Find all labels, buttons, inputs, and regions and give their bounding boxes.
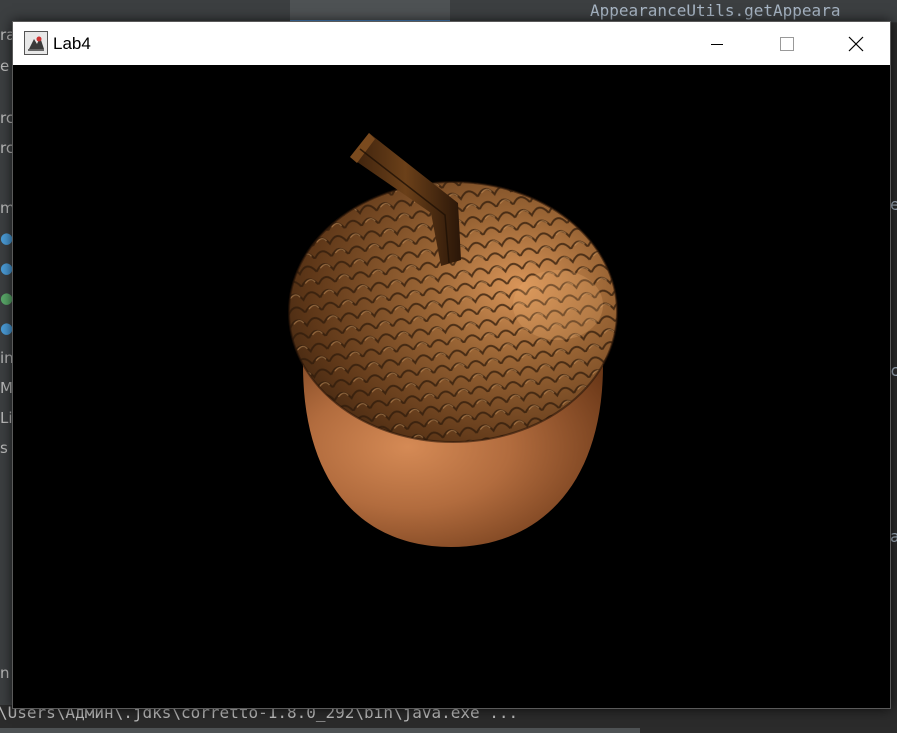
ide-run-console: \Users\Админ\.jdks\corretto-1.8.0_292\bi… xyxy=(0,705,897,733)
ide-left-fragment: M xyxy=(0,379,12,397)
window-title: Lab4 xyxy=(53,34,91,53)
maximize-icon xyxy=(780,36,794,51)
ide-left-fragment: ● xyxy=(0,319,12,337)
acorn-3d-model xyxy=(288,133,618,547)
ide-code-right-edge: e c a xyxy=(890,65,897,705)
ide-left-fragment: ra xyxy=(0,26,12,44)
ide-editor-tab[interactable] xyxy=(290,0,450,22)
ide-code-line: AppearanceUtils.getAppeara xyxy=(590,1,841,20)
ide-left-fragment: n xyxy=(0,664,10,682)
ide-left-fragment: ● xyxy=(0,259,12,277)
minimize-icon xyxy=(711,43,723,45)
close-icon xyxy=(848,36,864,51)
close-button[interactable] xyxy=(821,22,891,65)
ide-tab-bar: AppearanceUtils.getAppeara xyxy=(0,0,897,23)
ide-left-fragment: Lib xyxy=(0,409,12,427)
ide-left-fragment: rc xyxy=(0,109,12,127)
ide-right-fragment: a xyxy=(890,527,897,546)
minimize-button[interactable] xyxy=(682,22,752,65)
ide-left-fragment: rc xyxy=(0,139,12,157)
ide-left-fragment: in xyxy=(0,349,12,367)
ide-right-fragment: e xyxy=(890,195,897,214)
java-app-icon xyxy=(24,31,48,55)
ide-left-fragment: e xyxy=(0,57,10,75)
console-scrollbar[interactable] xyxy=(0,728,640,733)
3d-canvas[interactable] xyxy=(13,65,890,708)
ide-right-fragment: c xyxy=(890,361,897,380)
ide-left-fragment: s a xyxy=(0,439,12,457)
maximize-button[interactable] xyxy=(752,22,822,65)
app-window: Lab4 xyxy=(12,21,891,709)
ide-left-fragment: m xyxy=(0,199,12,217)
ide-left-fragment: ● xyxy=(0,289,12,307)
ide-left-fragment: ● xyxy=(0,229,12,247)
window-titlebar[interactable]: Lab4 xyxy=(13,22,890,65)
ide-project-panel: ra e rc rc m ● ● ● ● in M Lib s a n xyxy=(0,22,12,712)
